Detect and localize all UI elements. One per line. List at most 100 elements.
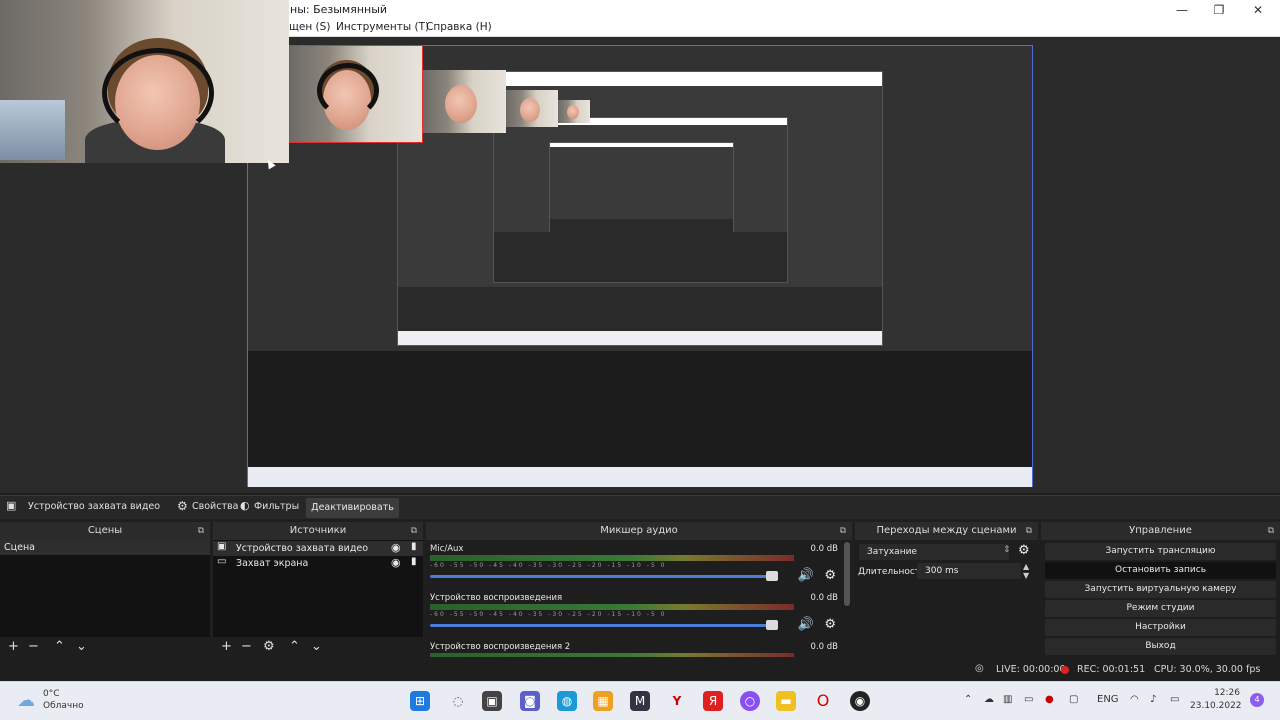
monitor-icon: ▭: [217, 556, 227, 567]
rec-timer: REC: 00:01:51: [1077, 664, 1146, 675]
chat-icon[interactable]: ◙: [520, 691, 540, 711]
folder-icon[interactable]: ▬: [776, 691, 796, 711]
properties-button[interactable]: Свойства: [192, 501, 238, 512]
battery-icon[interactable]: ▭: [1170, 694, 1179, 705]
webcam-reflection-2: [423, 70, 506, 133]
volume-icon[interactable]: ♪: [1150, 694, 1156, 705]
move-up-icon[interactable]: ⌃: [289, 639, 300, 654]
restore-button[interactable]: ❐: [1199, 0, 1239, 20]
table-row[interactable]: ▣ Устройство захвата видео ◉ ▮: [213, 541, 423, 556]
opera-icon[interactable]: O: [813, 691, 833, 711]
source-toolbar: ▣ Устройство захвата видео ⚙ Свойства ◐ …: [0, 495, 1280, 519]
studio-mode-button[interactable]: Режим студии: [1045, 600, 1276, 617]
move-down-icon[interactable]: ⌄: [76, 639, 87, 654]
dock-float-icon[interactable]: ⧉: [411, 522, 417, 540]
move-up-icon[interactable]: ⌃: [54, 639, 65, 654]
cloud-tray-icon[interactable]: ☁: [984, 694, 994, 705]
mixer-channel-mic: Mic/Aux 0.0 dB -60 -55 -50 -45 -40 -35 -…: [430, 544, 838, 583]
record-icon: [1061, 666, 1069, 674]
webcam-overlay[interactable]: [0, 0, 289, 163]
eye-icon[interactable]: ◉: [391, 541, 401, 554]
chevron-updown-icon[interactable]: ⇕: [1003, 545, 1011, 555]
store-icon[interactable]: ▦: [593, 691, 613, 711]
mixer-scrollbar[interactable]: [844, 542, 850, 606]
add-icon[interactable]: +: [8, 639, 19, 654]
exit-button[interactable]: Выход: [1045, 638, 1276, 655]
close-button[interactable]: ✕: [1238, 0, 1278, 20]
preview-area[interactable]: [0, 0, 1280, 493]
transitions-dock: Переходы между сценами ⧉ Затухание ⇕ ⚙ Д…: [855, 522, 1038, 659]
gear-icon[interactable]: ⚙: [824, 568, 836, 583]
volume-slider-handle[interactable]: [766, 620, 778, 630]
start-virtual-camera-button[interactable]: Запустить виртуальную камеру: [1045, 581, 1276, 598]
monitor-tray-icon[interactable]: ▢: [1069, 694, 1078, 705]
move-down-icon[interactable]: ⌄: [311, 639, 322, 654]
yandex-icon[interactable]: Y: [667, 691, 687, 711]
language-indicator[interactable]: ENG: [1097, 694, 1119, 705]
gear-icon[interactable]: ⚙: [1018, 543, 1030, 558]
search-icon[interactable]: ◌: [448, 691, 468, 711]
yandex-browser-icon[interactable]: Я: [703, 691, 723, 711]
volume-meter: [430, 653, 794, 657]
gear-icon[interactable]: ⚙: [263, 639, 275, 654]
minimize-button[interactable]: —: [1162, 0, 1202, 20]
filter-icon[interactable]: ◐: [240, 499, 250, 512]
cloud-icon: ☁: [17, 690, 35, 711]
obs-icon[interactable]: ◉: [850, 691, 870, 711]
add-icon[interactable]: +: [221, 639, 232, 654]
dock-float-icon[interactable]: ⧉: [840, 522, 846, 540]
dock-float-icon[interactable]: ⧉: [1268, 522, 1274, 540]
list-item[interactable]: Сцена: [0, 540, 210, 555]
transition-select[interactable]: Затухание: [859, 544, 1009, 560]
task-view-icon[interactable]: ▣: [482, 691, 502, 711]
settings-button[interactable]: Настройки: [1045, 619, 1276, 636]
scenes-list[interactable]: Сцена: [0, 540, 210, 637]
speaker-icon[interactable]: 🔊: [798, 568, 814, 583]
mixer-header: Микшер аудио ⧉: [426, 522, 852, 540]
chevron-up-icon[interactable]: ⌃: [964, 694, 972, 705]
obs-record-tray-icon[interactable]: ●: [1045, 694, 1054, 705]
menu-help[interactable]: Справка (H): [426, 21, 492, 33]
drive-tray-icon[interactable]: ▭: [1024, 694, 1033, 705]
sources-list[interactable]: ▣ Устройство захвата видео ◉ ▮ ▭ Захват …: [213, 540, 423, 637]
network-tray-icon[interactable]: ▥: [1003, 694, 1012, 705]
remove-icon[interactable]: −: [241, 639, 252, 654]
speaker-icon[interactable]: 🔊: [798, 617, 814, 632]
stop-recording-button[interactable]: Остановить запись: [1045, 562, 1276, 579]
gear-icon[interactable]: ⚙: [824, 617, 836, 632]
cpu-usage: CPU: 30.0%, 30.00 fps: [1154, 664, 1261, 675]
start-streaming-button[interactable]: Запустить трансляцию: [1045, 543, 1276, 560]
gear-icon[interactable]: ⚙: [177, 499, 188, 513]
edge-icon[interactable]: ◍: [557, 691, 577, 711]
menu-tools[interactable]: Инструменты (T): [336, 21, 429, 33]
dock-float-icon[interactable]: ⧉: [1026, 522, 1032, 540]
lock-icon[interactable]: ▮: [411, 541, 417, 552]
alice-icon[interactable]: ○: [740, 691, 760, 711]
window-title: ны: Безымянный: [290, 3, 388, 16]
taskbar: ☁ 0°C Облачно ⊞ ◌ ▣ ◙ ◍ ▦ M Y Я ○ ▬ O ◉ …: [0, 681, 1280, 720]
controls-header: Управление ⧉: [1041, 522, 1280, 540]
mail-icon[interactable]: M: [630, 691, 650, 711]
dock-float-icon[interactable]: ⧉: [198, 522, 204, 540]
volume-slider[interactable]: [430, 575, 770, 578]
eye-icon[interactable]: ◉: [391, 556, 401, 569]
deactivate-button[interactable]: Деактивировать: [306, 498, 399, 518]
volume-slider-handle[interactable]: [766, 571, 778, 581]
weather-widget[interactable]: 0°C Облачно: [43, 688, 84, 712]
windows-start-icon[interactable]: ⊞: [410, 691, 430, 711]
volume-meter: [430, 604, 794, 610]
volume-slider[interactable]: [430, 624, 770, 627]
notification-badge[interactable]: 4: [1250, 693, 1264, 707]
clock[interactable]: 12:26 23.10.2022: [1190, 687, 1242, 713]
menu-scene-collection[interactable]: щен (S): [289, 21, 330, 33]
broadcast-icon: ◎: [975, 663, 984, 674]
duration-input[interactable]: 300 ms: [917, 563, 1021, 579]
table-row[interactable]: ▭ Захват экрана ◉ ▮: [213, 556, 423, 571]
remove-icon[interactable]: −: [28, 639, 39, 654]
lock-icon[interactable]: ▮: [411, 556, 417, 567]
live-timer: LIVE: 00:00:00: [996, 664, 1066, 675]
camera-icon: ▣: [6, 499, 17, 512]
stepper-icon[interactable]: ▲ ▼: [1023, 562, 1029, 580]
filters-button[interactable]: Фильтры: [254, 501, 299, 512]
wifi-icon[interactable]: ◠: [1130, 694, 1139, 705]
